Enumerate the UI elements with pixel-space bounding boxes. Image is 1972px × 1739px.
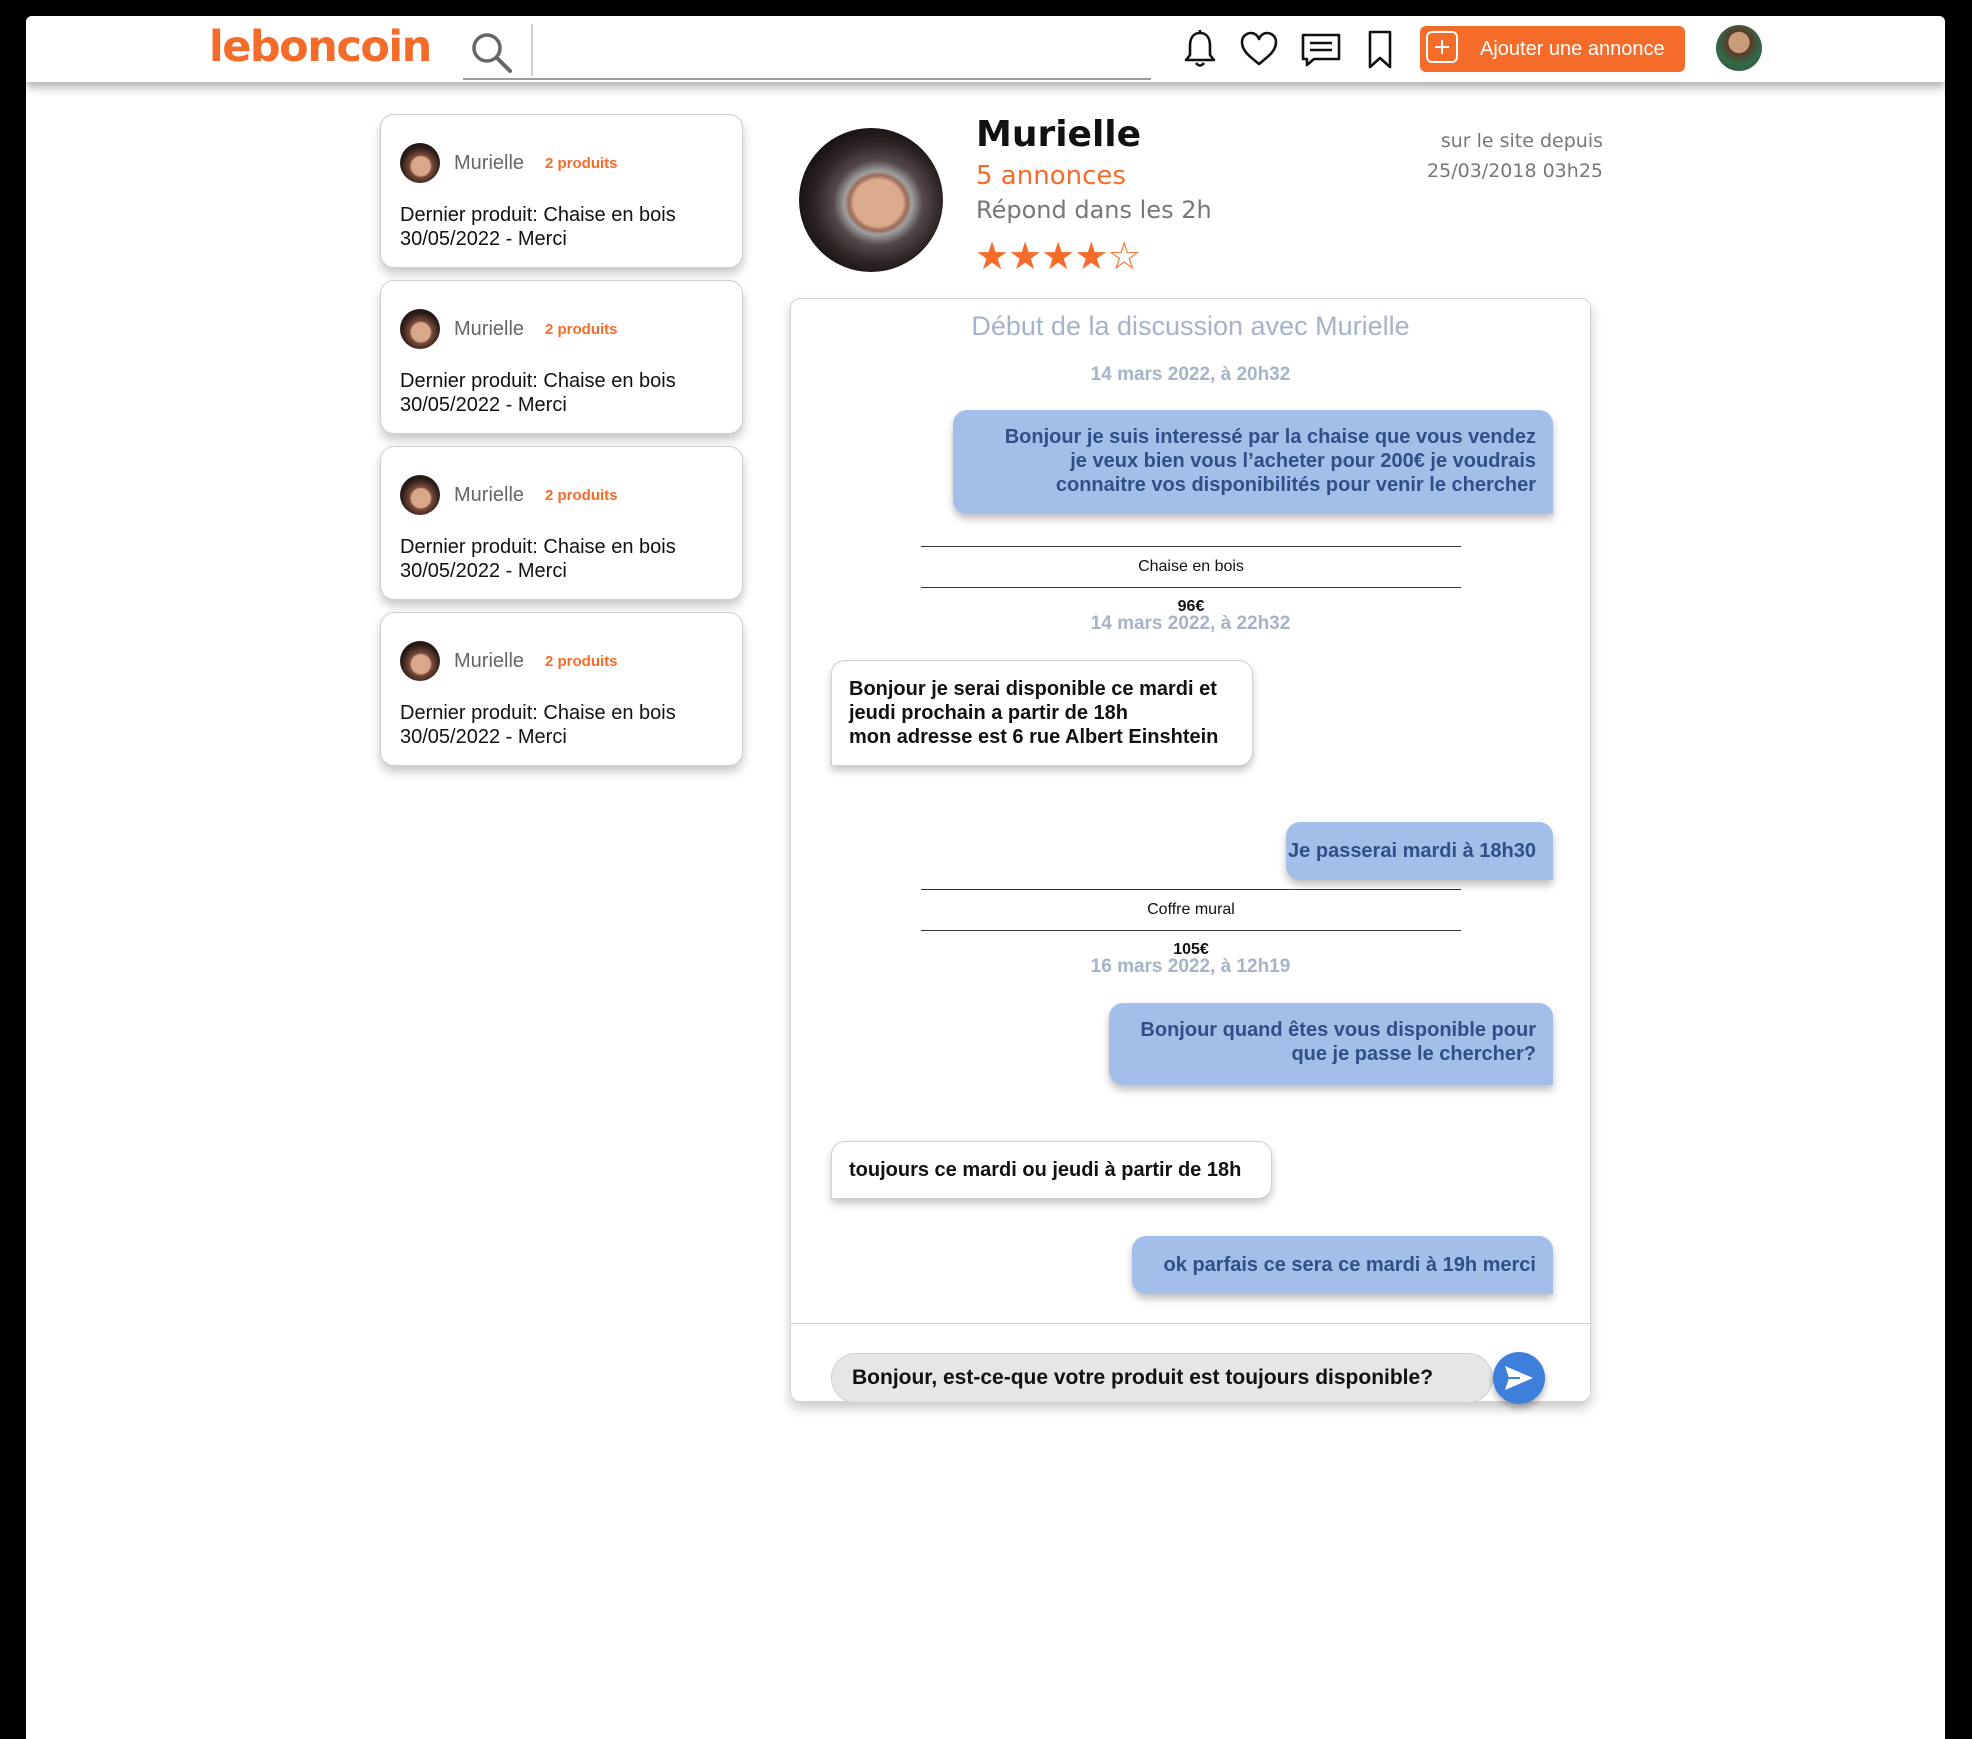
message-line: Bonjour je suis interessé par la chaise … [1004, 426, 1536, 448]
search-separator [531, 24, 533, 76]
send-button[interactable] [1493, 1352, 1545, 1404]
product-separator: Chaise en bois 96€ [921, 546, 1461, 615]
message-line: jeudi prochain a partir de 18h [849, 702, 1128, 724]
date-label: 14 mars 2022, à 22h32 [1090, 613, 1291, 634]
last-product: Dernier produit: Chaise en bois [400, 204, 676, 226]
seller-avatar [400, 641, 440, 681]
add-listing-label: Ajouter une annonce [1480, 38, 1665, 60]
message-line: que je passe le chercher? [1291, 1043, 1536, 1065]
member-since-label: sur le site depuis [1440, 130, 1603, 152]
user-avatar[interactable] [1716, 25, 1762, 71]
conversation-card[interactable]: Murielle 2 produits Dernier produit: Cha… [380, 114, 743, 268]
heart-icon[interactable] [1238, 28, 1280, 70]
last-product: Dernier produit: Chaise en bois [400, 370, 676, 392]
product-name: Coffre mural [1147, 901, 1235, 918]
last-message: 30/05/2022 - Merci [400, 394, 567, 416]
product-count-badge: 2 produits [545, 653, 618, 670]
product-count-badge: 2 produits [545, 155, 618, 172]
bookmark-icon[interactable] [1359, 28, 1401, 70]
message-outgoing: Bonjour quand êtes vous disponible pour … [1109, 1003, 1553, 1085]
message-line: je veux bien vous l’acheter pour 200€ je… [1070, 450, 1536, 472]
conversation-card[interactable]: Murielle 2 produits Dernier produit: Cha… [380, 446, 743, 600]
seller-name[interactable]: Murielle [976, 114, 1141, 155]
conversation-name: Murielle [454, 318, 525, 340]
conversation-name: Murielle [454, 650, 525, 672]
conversation-card[interactable]: Murielle 2 produits Dernier produit: Cha… [380, 612, 743, 766]
rating-stars: ★★★★☆ [975, 236, 1141, 278]
message-line: Bonjour je serai disponible ce mardi et [849, 678, 1217, 700]
message-outgoing: Bonjour je suis interessé par la chaise … [953, 410, 1553, 514]
product-separator: Coffre mural 105€ [921, 889, 1461, 958]
messages-icon[interactable] [1300, 28, 1342, 70]
seller-profile-photo[interactable] [799, 128, 943, 272]
add-listing-button[interactable]: Ajouter une annonce [1420, 26, 1685, 72]
search-icon[interactable] [469, 30, 513, 74]
last-message: 30/05/2022 - Merci [400, 560, 567, 582]
message-incoming: toujours ce mardi ou jeudi à partir de 1… [831, 1141, 1272, 1199]
chat-panel: Début de la discussion avec Murielle 14 … [790, 298, 1591, 1404]
chat-title: Début de la discussion avec Murielle [971, 311, 1410, 341]
message-line: ok parfais ce sera ce mardi à 19h merci [1163, 1254, 1536, 1276]
top-navigation-bar: leboncoin Ajouter une annonce [26, 16, 1945, 82]
composer-divider [791, 1323, 1590, 1324]
last-product: Dernier produit: Chaise en bois [400, 536, 676, 558]
message-outgoing: Je passerai mardi à 18h30 [1286, 822, 1553, 880]
conversation-name: Murielle [454, 152, 525, 174]
date-label: 14 mars 2022, à 20h32 [1090, 364, 1291, 385]
seller-avatar [400, 475, 440, 515]
message-line: connaitre vos disponibilités pour venir … [1055, 474, 1536, 496]
plus-icon [1426, 31, 1458, 63]
last-message: 30/05/2022 - Merci [400, 228, 567, 250]
last-product: Dernier produit: Chaise en bois [400, 702, 676, 724]
conversation-name: Murielle [454, 484, 525, 506]
member-since-date: 25/03/2018 03h25 [1427, 160, 1603, 182]
seller-ads-count[interactable]: 5 annonces [976, 161, 1126, 191]
search-underline [463, 78, 1151, 80]
send-icon [1505, 1366, 1533, 1390]
date-label: 16 mars 2022, à 12h19 [1090, 956, 1291, 977]
message-line: mon adresse est 6 rue Albert Einshtein [849, 726, 1219, 748]
member-since: sur le site depuis 25/03/2018 03h25 [1366, 126, 1603, 186]
seller-avatar [400, 309, 440, 349]
message-incoming: Bonjour je serai disponible ce mardi et … [831, 660, 1253, 766]
leboncoin-logo[interactable]: leboncoin [209, 22, 432, 72]
app-window: leboncoin Ajouter une annonce Murielle 2… [26, 16, 1945, 1739]
response-time: Répond dans les 2h [976, 196, 1212, 224]
seller-avatar [400, 143, 440, 183]
message-input[interactable] [831, 1353, 1493, 1403]
message-line: Bonjour quand êtes vous disponible pour [1140, 1019, 1536, 1041]
message-line: Je passerai mardi à 18h30 [1288, 840, 1536, 862]
conversation-card[interactable]: Murielle 2 produits Dernier produit: Cha… [380, 280, 743, 434]
message-outgoing: ok parfais ce sera ce mardi à 19h merci [1132, 1236, 1553, 1294]
product-count-badge: 2 produits [545, 487, 618, 504]
last-message: 30/05/2022 - Merci [400, 726, 567, 748]
search-input[interactable] [541, 24, 1125, 76]
product-name: Chaise en bois [1138, 558, 1244, 575]
message-line: toujours ce mardi ou jeudi à partir de 1… [849, 1159, 1242, 1181]
bell-icon[interactable] [1179, 28, 1221, 70]
product-count-badge: 2 produits [545, 321, 618, 338]
